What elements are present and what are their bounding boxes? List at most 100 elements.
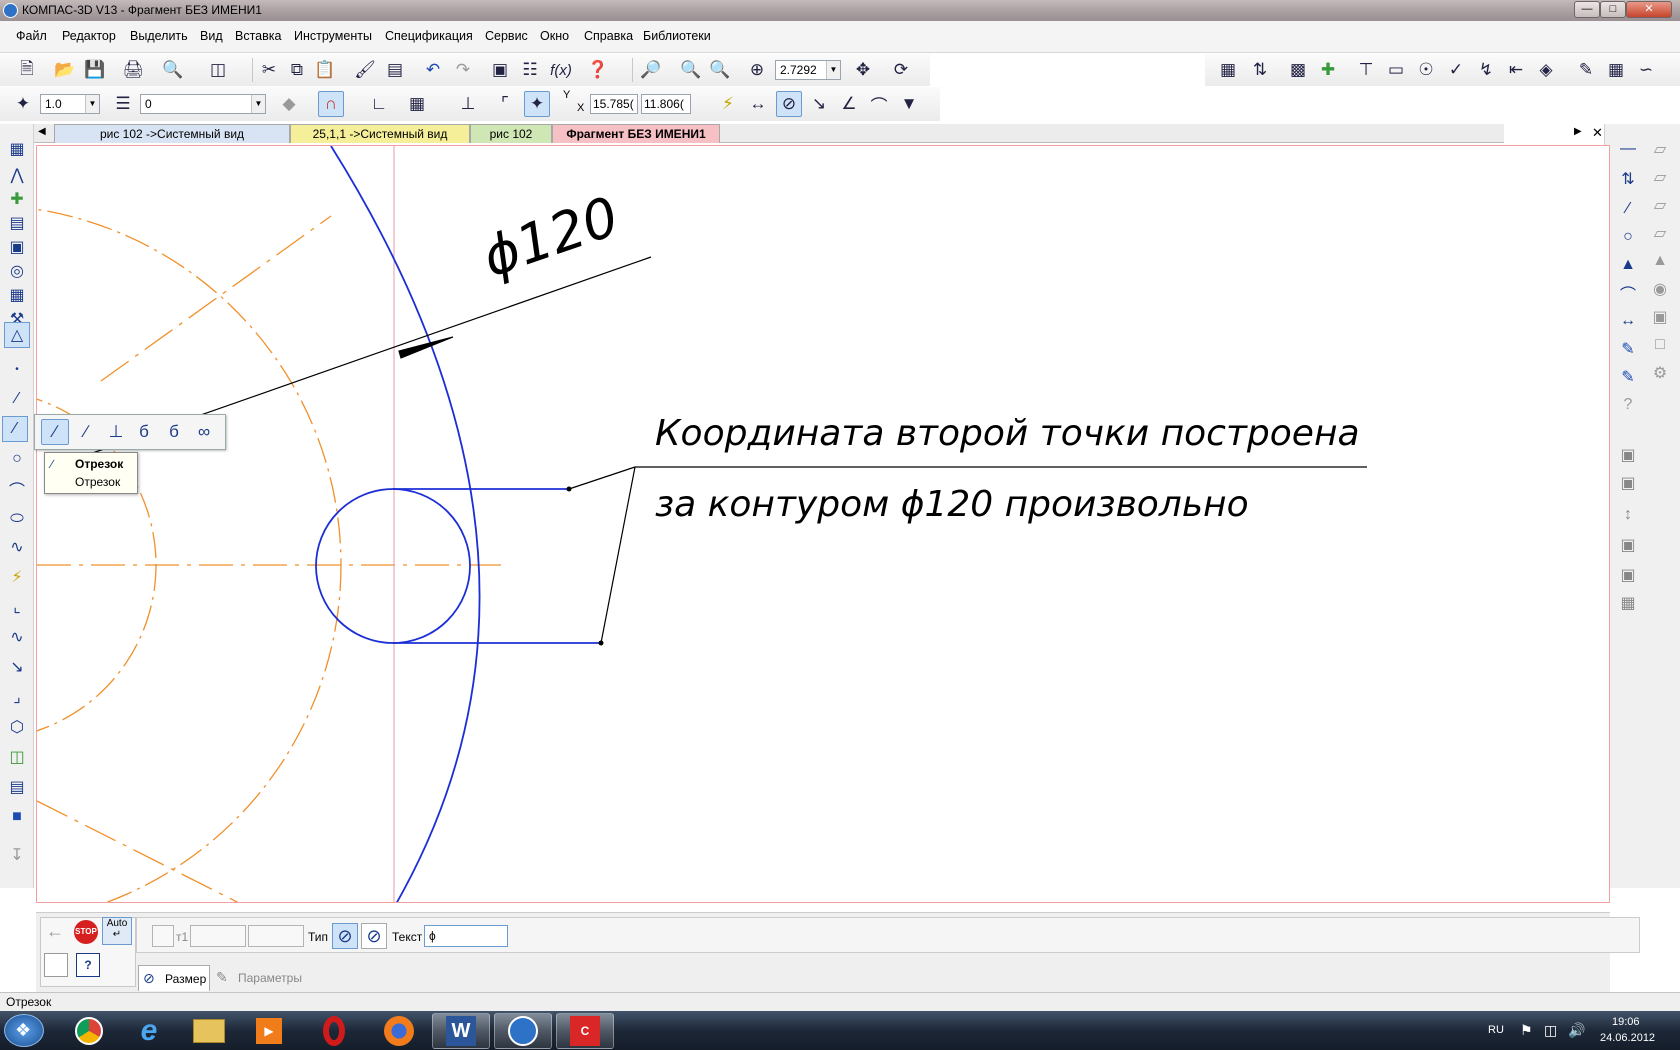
- edit-icon[interactable]: ✎: [1573, 57, 1599, 83]
- rp-plane4-icon[interactable]: ▱: [1647, 220, 1673, 246]
- segment-two-points-icon[interactable]: ∕: [41, 419, 69, 445]
- rp-help-icon[interactable]: ?: [1615, 392, 1641, 418]
- function-icon[interactable]: f(x): [548, 57, 574, 83]
- chain-dims-icon[interactable]: ⇅: [1247, 57, 1273, 83]
- auto-line-icon[interactable]: ⚡: [4, 564, 30, 590]
- redo-icon[interactable]: ↷: [450, 57, 476, 83]
- fill-icon[interactable]: ■: [4, 804, 30, 830]
- maximize-button[interactable]: □: [1600, 1, 1626, 18]
- format-painter-icon[interactable]: 🖌: [352, 57, 378, 83]
- rp-plane2-icon[interactable]: ▱: [1647, 164, 1673, 190]
- paste-icon[interactable]: 📋: [312, 57, 338, 83]
- text-field[interactable]: ϕ: [424, 925, 508, 947]
- rp-3d-arrows-icon[interactable]: ↕: [1615, 502, 1641, 528]
- fillet-icon[interactable]: ⌟: [4, 684, 30, 710]
- rp-box-icon[interactable]: ▣: [1647, 304, 1673, 330]
- rp-arc-icon[interactable]: ⌒: [1615, 280, 1641, 306]
- tab-size[interactable]: ⊘ Размер: [138, 965, 210, 991]
- hatch-tool-icon[interactable]: ▤: [4, 774, 30, 800]
- chrome-taskbar-icon[interactable]: [60, 1013, 118, 1049]
- add-point-icon[interactable]: ✚: [1315, 57, 1341, 83]
- base-icon[interactable]: ⊤: [1353, 57, 1379, 83]
- cut-line-icon[interactable]: ↯: [1473, 57, 1499, 83]
- zoom-level-combo[interactable]: 2.7292 ▼: [775, 60, 841, 80]
- table-icon[interactable]: ▦: [1603, 57, 1629, 83]
- zoom-out-icon[interactable]: 🔍: [707, 57, 733, 83]
- rp-fix-icon[interactable]: ▲: [1615, 252, 1641, 278]
- copy-icon[interactable]: ⧉: [284, 57, 310, 83]
- coord-x-field[interactable]: 15.785(: [590, 94, 638, 114]
- measure-group-icon[interactable]: ◎: [4, 258, 30, 284]
- print-preview-icon[interactable]: 🔍: [160, 57, 186, 83]
- angular-dimension-icon[interactable]: ∠: [836, 91, 862, 117]
- internet-explorer-taskbar-icon[interactable]: e: [120, 1013, 178, 1049]
- opera-taskbar-icon[interactable]: [305, 1013, 363, 1049]
- auto-create-button[interactable]: Auto ↵: [102, 917, 132, 945]
- spline-icon[interactable]: ∿: [4, 534, 30, 560]
- rp-parallel-icon[interactable]: ⇅: [1615, 166, 1641, 192]
- tangent-two-curves-icon[interactable]: ∞: [191, 419, 217, 445]
- perpendicular-segment-icon[interactable]: ⊥: [103, 419, 129, 445]
- view-arrow-icon[interactable]: ⇤: [1503, 57, 1529, 83]
- orthogonal-icon[interactable]: ∟: [366, 91, 392, 117]
- snap-magnet-icon[interactable]: ∩: [318, 91, 344, 117]
- pan-icon[interactable]: ✥: [850, 57, 876, 83]
- menu-window[interactable]: Окно: [540, 29, 569, 43]
- rp-sketch-icon[interactable]: □: [1647, 332, 1673, 358]
- symbols-group-icon[interactable]: ✚: [4, 186, 30, 212]
- step-combo[interactable]: 1.0 ▼: [40, 94, 100, 114]
- rp-3d-box2-icon[interactable]: ▣: [1615, 470, 1641, 496]
- polyline-icon[interactable]: ⌞: [4, 594, 30, 620]
- word-taskbar-icon[interactable]: W: [432, 1013, 490, 1049]
- undo-icon[interactable]: ↶: [420, 57, 446, 83]
- rp-plane3-icon[interactable]: ▱: [1647, 192, 1673, 218]
- menu-view[interactable]: Вид: [200, 29, 223, 43]
- height-mark-icon[interactable]: ▼: [896, 91, 922, 117]
- drawing-canvas[interactable]: ϕ120 Координата второй точки построена з…: [36, 145, 1610, 903]
- coord-y-field[interactable]: 11.806(: [641, 94, 691, 114]
- minimize-button[interactable]: —: [1574, 1, 1600, 18]
- print-icon[interactable]: 🖨: [120, 57, 146, 83]
- menu-specification[interactable]: Спецификация: [385, 29, 473, 43]
- layer-combo[interactable]: 0 ▼: [140, 94, 266, 114]
- point-icon[interactable]: •: [4, 356, 30, 382]
- rp-solid-icon[interactable]: ▲: [1647, 248, 1673, 274]
- diameter-dimension-icon[interactable]: ⊘: [776, 91, 802, 117]
- t1-x-field[interactable]: [190, 925, 246, 947]
- rp-diagonal-icon[interactable]: ∕: [1615, 196, 1641, 222]
- type-diameter-alt-button[interactable]: ⊘: [361, 923, 387, 949]
- firefox-taskbar-icon[interactable]: [370, 1013, 428, 1049]
- type-diameter-button[interactable]: ⊘: [332, 923, 358, 949]
- variables-icon[interactable]: ☷: [517, 57, 543, 83]
- dimensions-group-icon[interactable]: ⋀: [4, 162, 30, 188]
- rp-3d-box-icon[interactable]: ▣: [1615, 442, 1641, 468]
- parametrize-icon[interactable]: ∽: [1633, 57, 1659, 83]
- menu-file[interactable]: Файл: [16, 29, 47, 43]
- open-folder-icon[interactable]: 📂: [52, 57, 78, 83]
- save-icon[interactable]: 💾: [82, 57, 108, 83]
- aux-line-icon[interactable]: ∕: [4, 386, 30, 412]
- ortho-mode-icon[interactable]: ⌜: [492, 91, 518, 117]
- tangent-segment-icon[interactable]: б: [131, 419, 157, 445]
- leader-icon[interactable]: ▭: [1383, 57, 1409, 83]
- menu-libraries[interactable]: Библиотеки: [643, 29, 711, 43]
- rp-3d-assembly-icon[interactable]: ▦: [1615, 590, 1641, 616]
- select-group-icon[interactable]: ▦: [4, 282, 30, 308]
- rp-plane-icon[interactable]: ▱: [1647, 136, 1673, 162]
- tab-25-1-1-system[interactable]: 25,1,1 ->Системный вид: [290, 124, 470, 143]
- tabs-scroll-left-icon[interactable]: ◀: [38, 126, 46, 137]
- layers-manager-icon[interactable]: ▣: [487, 57, 513, 83]
- cut-icon[interactable]: ✂: [256, 57, 282, 83]
- context-help-icon[interactable]: ❓: [585, 57, 611, 83]
- linear-dimension-icon[interactable]: ↔: [745, 91, 771, 117]
- chevron-down-icon[interactable]: ▼: [251, 95, 265, 113]
- style-icon[interactable]: ◆: [276, 91, 302, 117]
- bezier-icon[interactable]: ∿: [4, 624, 30, 650]
- kompas-taskbar-icon[interactable]: [494, 1013, 552, 1049]
- rp-cylinder-icon[interactable]: ◉: [1647, 276, 1673, 302]
- equidistant-icon[interactable]: ◫: [4, 744, 30, 770]
- clock-time[interactable]: 19:06: [1612, 1016, 1640, 1028]
- polygon-icon[interactable]: ⬡: [4, 714, 30, 740]
- new-document-icon[interactable]: 🗎: [14, 57, 40, 83]
- parametrize-group-icon[interactable]: ▣: [4, 234, 30, 260]
